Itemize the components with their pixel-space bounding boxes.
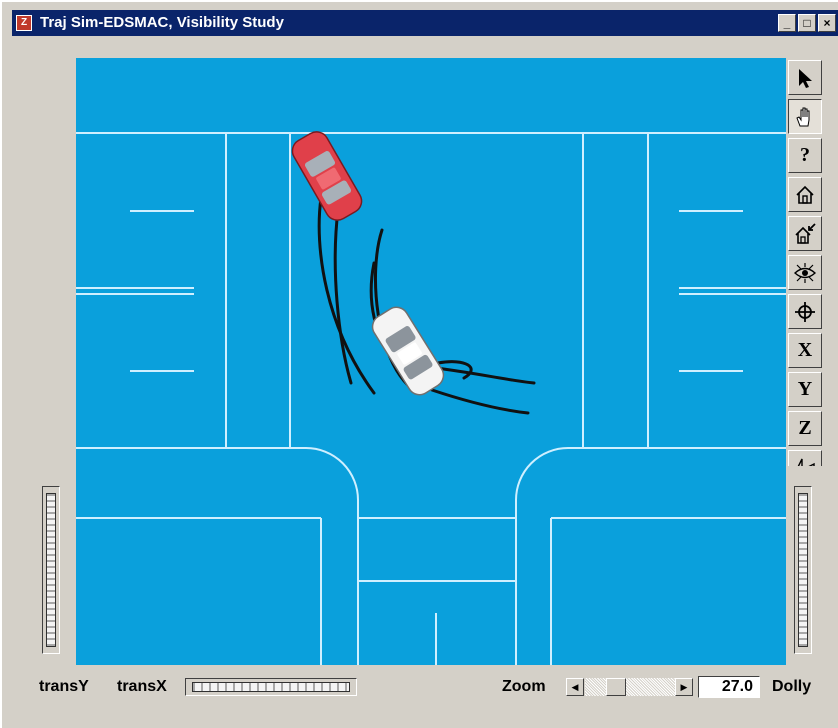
zoom-increase-button[interactable]: ▶ [675, 678, 693, 696]
window-title: Traj Sim-EDSMAC, Visibility Study [40, 14, 284, 31]
trans-x-wheel-grip [192, 682, 350, 692]
eye-icon [794, 263, 816, 283]
minimize-icon: _ [783, 16, 791, 30]
trans-y-wheel-grip [46, 493, 56, 647]
seek-tool[interactable] [788, 294, 822, 329]
scene-viewport[interactable] [76, 58, 786, 665]
perspective-tool[interactable] [788, 450, 822, 466]
trans-x-thumbwheel[interactable] [185, 678, 357, 696]
dolly-label: Dolly [772, 678, 812, 695]
y-axis-view-tool[interactable]: Y [788, 372, 822, 407]
arrow-pointer-icon [799, 69, 812, 88]
crosshair-icon [795, 302, 815, 322]
minimize-button[interactable]: _ [778, 14, 796, 32]
viewer-toolbar: ? X Y Z [788, 60, 826, 466]
zoom-slider-thumb[interactable] [606, 678, 626, 696]
home-view-tool[interactable] [788, 177, 822, 212]
home-icon [796, 185, 814, 204]
perspective-icon [797, 458, 815, 466]
maximize-icon: □ [803, 16, 811, 30]
trans-y-thumbwheel[interactable] [42, 486, 60, 654]
z-axis-icon: Z [798, 417, 812, 439]
zoom-slider-track[interactable] [585, 678, 675, 696]
trans-y-label: transY [39, 678, 89, 695]
arrow-left-icon: ◀ [571, 682, 579, 692]
select-arrow-tool[interactable] [788, 60, 822, 95]
x-axis-view-tool[interactable]: X [788, 333, 822, 368]
set-home-tool[interactable] [788, 216, 822, 251]
close-button[interactable]: × [818, 14, 836, 32]
dolly-thumbwheel[interactable] [794, 486, 812, 654]
hand-icon [796, 107, 810, 127]
x-axis-icon: X [797, 339, 813, 361]
title-bar: Z Traj Sim-EDSMAC, Visibility Study _ □ … [12, 10, 838, 36]
y-axis-icon: Y [797, 378, 813, 400]
question-icon: ? [800, 144, 810, 166]
set-home-icon [795, 223, 816, 244]
arrow-right-icon: ▶ [680, 682, 688, 692]
intersection-scene [76, 58, 786, 665]
close-icon: × [823, 16, 831, 30]
view-all-tool[interactable] [788, 255, 822, 290]
trans-x-label: transX [117, 678, 167, 695]
window-controls: _ □ × [776, 14, 836, 32]
pan-hand-tool[interactable] [788, 99, 822, 134]
zoom-label: Zoom [502, 678, 546, 695]
dolly-wheel-grip [798, 493, 808, 647]
zoom-value-field[interactable]: 27.0 [698, 676, 760, 698]
maximize-button[interactable]: □ [798, 14, 816, 32]
help-tool[interactable]: ? [788, 138, 822, 173]
z-axis-view-tool[interactable]: Z [788, 411, 822, 446]
edsmac-app-icon[interactable]: Z [16, 15, 32, 31]
app-window: Z Traj Sim-EDSMAC, Visibility Study _ □ … [0, 0, 838, 728]
zoom-decrease-button[interactable]: ◀ [566, 678, 584, 696]
